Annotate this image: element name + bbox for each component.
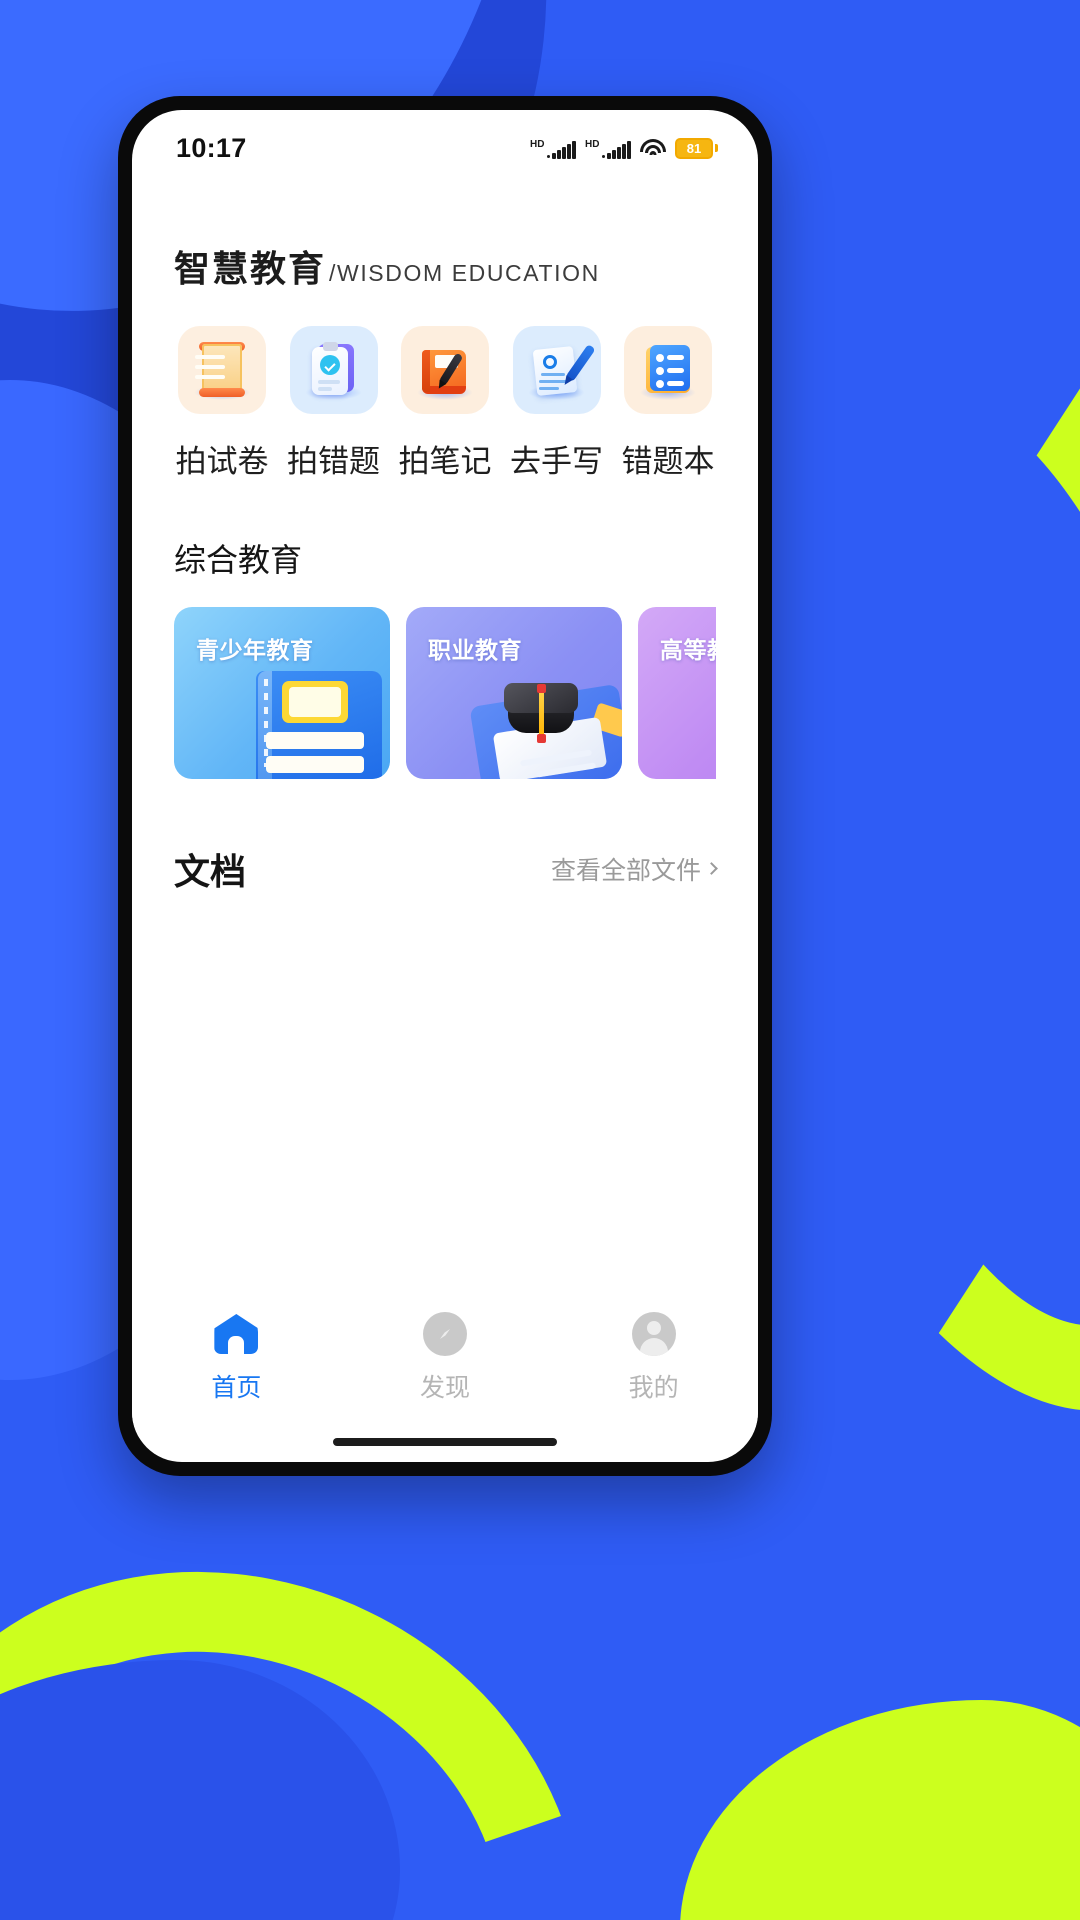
status-bar-icons: HD HD 81 (530, 137, 718, 159)
battery-cap (715, 144, 718, 152)
quick-actions-row: 拍试卷 拍错题 拍笔记 去手写 错题本 (174, 326, 716, 481)
quick-action-label: 去手写 (510, 444, 603, 480)
documents-section-title: 文档 (174, 852, 247, 893)
comprehensive-section-title: 综合教育 (174, 541, 303, 579)
home-icon (212, 1310, 260, 1358)
signal-dot (602, 154, 605, 158)
phone-frame: 10:17 HD HD 81 智慧教育 /WISDOM EDUCATION 拍试… (118, 96, 772, 1476)
quick-action-shou-xie[interactable]: 去手写 (509, 326, 605, 481)
category-card-title: 青少年教育 (196, 638, 314, 664)
error-book-icon (624, 326, 712, 414)
tab-mine[interactable]: 我的 (549, 1310, 758, 1404)
main-content: 智慧教育 /WISDOM EDUCATION 拍试卷 拍错题 拍笔记 去手写 错… (132, 186, 758, 1292)
handwriting-pencil-icon (512, 326, 601, 414)
category-card-title: 高等教育 (660, 638, 716, 664)
tab-discover[interactable]: 发现 (341, 1310, 550, 1404)
bottom-tab-bar: 首页 发现 我的 (132, 1292, 758, 1438)
category-card-higher-education[interactable]: 高等教育 ★ (638, 607, 716, 779)
quick-action-cuo-ti[interactable]: 拍错题 (286, 326, 382, 481)
battery-level-label: 81 (686, 140, 702, 156)
phone-screen: 10:17 HD HD 81 智慧教育 /WISDOM EDUCATION 拍试… (132, 110, 758, 1462)
category-card-title: 职业教育 (428, 638, 522, 664)
wifi-icon (640, 138, 666, 159)
documents-section-header: 文档 查看全部文件 (174, 843, 718, 895)
app-brand-title: 智慧教育 /WISDOM EDUCATION (174, 240, 716, 292)
hd-label-sim2: HD (585, 138, 600, 150)
person-icon (630, 1310, 678, 1358)
brand-title-en: /WISDOM EDUCATION (329, 260, 600, 286)
signal-dot (547, 154, 550, 158)
view-all-files-label: 查看全部文件 (550, 856, 701, 885)
view-all-files-link[interactable]: 查看全部文件 (550, 851, 718, 887)
signal-strength-icon-sim2: HD (585, 138, 631, 159)
home-indicator[interactable] (333, 1438, 557, 1446)
quick-action-cuo-ti-ben[interactable]: 错题本 (620, 326, 716, 481)
comprehensive-education-section: 综合教育 青少年教育 职业教育 高等 (174, 535, 716, 779)
wallpaper-shape-bottom-right-lime (680, 1700, 1080, 1920)
tab-discover-label: 发现 (420, 1373, 471, 1402)
quick-action-label: 拍试卷 (175, 444, 269, 480)
notebook-pen-icon (401, 326, 489, 414)
comprehensive-cards-carousel[interactable]: 青少年教育 职业教育 高等 (174, 607, 716, 779)
battery-icon: 81 (675, 137, 718, 159)
compass-icon (421, 1310, 469, 1358)
category-card-youth-education[interactable]: 青少年教育 (174, 607, 390, 779)
quick-action-label: 拍错题 (287, 444, 380, 480)
category-card-vocational-education[interactable]: 职业教育 (406, 607, 622, 779)
chevron-right-icon (705, 861, 718, 875)
clipboard-check-icon (289, 326, 378, 414)
scroll-paper-icon (178, 326, 266, 414)
status-bar-clock: 10:17 (176, 132, 247, 163)
documents-section: 文档 查看全部文件 (174, 843, 718, 895)
quick-action-shi-juan[interactable]: 拍试卷 (174, 326, 270, 481)
tab-home[interactable]: 首页 (132, 1310, 341, 1404)
quick-action-label: 错题本 (621, 444, 715, 480)
hd-label-sim1: HD (530, 138, 545, 150)
quick-action-bi-ji[interactable]: 拍笔记 (397, 326, 493, 481)
signal-strength-icon-sim1: HD (530, 138, 576, 159)
brand-title-cn: 智慧教育 (174, 249, 327, 290)
comprehensive-section-header: 综合教育 (174, 535, 716, 581)
tab-home-label: 首页 (211, 1373, 262, 1402)
status-bar: 10:17 HD HD 81 (132, 110, 758, 186)
tab-mine-label: 我的 (628, 1373, 679, 1402)
quick-action-label: 拍笔记 (398, 444, 492, 480)
